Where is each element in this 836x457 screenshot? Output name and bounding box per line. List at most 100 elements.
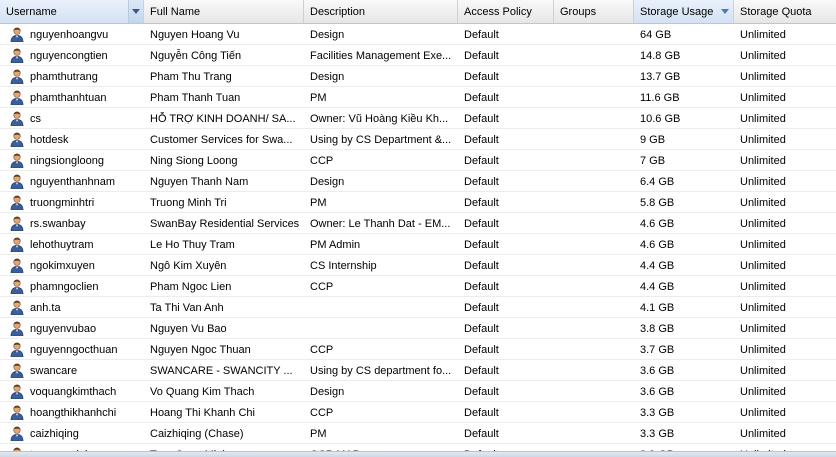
user-icon [10, 279, 24, 294]
user-icon [10, 237, 24, 252]
cell-full-name: Le Ho Thuy Tram [150, 239, 235, 251]
cell-access-policy: Default [464, 323, 499, 335]
user-icon [10, 321, 24, 336]
table-row[interactable]: nguyenthanhnam Nguyen Thanh Nam Design D… [0, 171, 836, 192]
cell-storage-quota: Unlimited [740, 302, 786, 314]
table-row[interactable]: rs.swanbay SwanBay Residential Services … [0, 213, 836, 234]
cell-full-name: Vo Quang Kim Thach [150, 386, 255, 398]
cell-storage-quota: Unlimited [740, 239, 786, 251]
cell-storage-usage: 64 GB [640, 29, 672, 41]
user-icon [10, 384, 24, 399]
table-row[interactable]: truongminhtri Truong Minh Tri PM Default… [0, 192, 836, 213]
cell-storage-quota: Unlimited [740, 134, 786, 146]
grid-body: nguyenhoangvu Nguyen Hoang Vu Design Def… [0, 24, 836, 457]
cell-groups [554, 150, 634, 170]
cell-username: nguyencongtien [30, 50, 108, 62]
user-icon [10, 132, 24, 147]
table-row[interactable]: phamthanhtuan Pham Thanh Tuan PM Default… [0, 87, 836, 108]
cell-groups [554, 255, 634, 275]
cell-username: nguyenhoangvu [30, 29, 109, 41]
cell-storage-usage: 10.6 GB [640, 113, 681, 125]
column-header-label: Groups [560, 6, 597, 18]
column-header-full-name[interactable]: Full Name [144, 0, 304, 23]
cell-access-policy: Default [464, 218, 499, 230]
cell-storage-quota: Unlimited [740, 407, 786, 419]
cell-full-name: Ngô Kim Xuyên [150, 260, 227, 272]
cell-username: phamthanhtuan [30, 92, 107, 104]
cell-description: PM [310, 428, 327, 440]
cell-username: caizhiqing [30, 428, 79, 440]
cell-description: Design [310, 29, 345, 41]
user-icon [10, 90, 24, 105]
table-row[interactable]: anh.ta Ta Thi Van Anh Default 4.1 GB Unl… [0, 297, 836, 318]
cell-storage-quota: Unlimited [740, 176, 786, 188]
cell-description: PM [310, 92, 327, 104]
cell-description: CCP [310, 344, 334, 356]
table-row[interactable]: cs HỖ TRỢ KINH DOANH/ SA... Owner: Vũ Ho… [0, 108, 836, 129]
cell-description: PM [310, 197, 327, 209]
table-row[interactable]: nguyenvubao Nguyen Vu Bao Default 3.8 GB… [0, 318, 836, 339]
table-row[interactable]: hotdesk Customer Services for Swa... Usi… [0, 129, 836, 150]
cell-storage-usage: 4.4 GB [640, 260, 675, 272]
cell-full-name: Caizhiqing (Chase) [150, 428, 244, 440]
cell-full-name: Truong Minh Tri [150, 197, 227, 209]
table-row[interactable]: swancare SWANCARE - SWANCITY ... Using b… [0, 360, 836, 381]
column-header-username[interactable]: Username [0, 0, 144, 23]
cell-description: Facilities Management Exe... [310, 50, 452, 62]
table-row[interactable]: voquangkimthach Vo Quang Kim Thach Desig… [0, 381, 836, 402]
cell-username: ningsiongloong [30, 155, 105, 167]
cell-storage-usage: 3.6 GB [640, 386, 675, 398]
cell-storage-quota: Unlimited [740, 113, 786, 125]
cell-full-name: Nguyen Vu Bao [150, 323, 227, 335]
cell-storage-quota: Unlimited [740, 155, 786, 167]
cell-storage-usage: 3.6 GB [640, 365, 675, 377]
cell-storage-usage: 9 GB [640, 134, 666, 146]
cell-full-name: Pham Thu Trang [150, 71, 232, 83]
cell-storage-usage: 3.3 GB [640, 407, 675, 419]
column-header-storage-quota[interactable]: Storage Quota [734, 0, 836, 23]
cell-storage-usage: 3.7 GB [640, 344, 675, 356]
user-icon [10, 195, 24, 210]
table-row[interactable]: hoangthikhanhchi Hoang Thi Khanh Chi CCP… [0, 402, 836, 423]
cell-description: CCP [310, 407, 334, 419]
cell-storage-quota: Unlimited [740, 218, 786, 230]
cell-username: ngokimxuyen [30, 260, 95, 272]
table-row[interactable]: caizhiqing Caizhiqing (Chase) PM Default… [0, 423, 836, 444]
table-row[interactable]: ningsiongloong Ning Siong Loong CCP Defa… [0, 150, 836, 171]
column-header-access-policy[interactable]: Access Policy [458, 0, 554, 23]
user-icon [10, 363, 24, 378]
cell-access-policy: Default [464, 344, 499, 356]
table-row[interactable]: nguyencongtien Nguyễn Công Tiến Faciliti… [0, 45, 836, 66]
table-row[interactable]: phamngoclien Pham Ngoc Lien CCP Default … [0, 276, 836, 297]
cell-groups [554, 171, 634, 191]
cell-groups [554, 24, 634, 44]
cell-description: Owner: Vũ Hoàng Kiều Kh... [310, 113, 449, 125]
cell-groups [554, 360, 634, 380]
cell-description [304, 318, 458, 338]
cell-groups [554, 129, 634, 149]
cell-access-policy: Default [464, 428, 499, 440]
horizontal-scrollbar[interactable] [0, 451, 836, 457]
cell-storage-usage: 4.1 GB [640, 302, 675, 314]
sort-descending-icon [721, 8, 730, 14]
column-header-groups[interactable]: Groups [554, 0, 634, 23]
column-header-label: Storage Usage [640, 6, 714, 18]
cell-storage-usage: 11.6 GB [640, 92, 680, 104]
user-icon [10, 258, 24, 273]
cell-access-policy: Default [464, 260, 499, 272]
cell-storage-quota: Unlimited [740, 197, 786, 209]
column-header-storage-usage[interactable]: Storage Usage [634, 0, 734, 23]
table-row[interactable]: nguyenhoangvu Nguyen Hoang Vu Design Def… [0, 24, 836, 45]
column-menu-dropdown-icon[interactable] [128, 0, 143, 23]
column-header-description[interactable]: Description [304, 0, 458, 23]
user-icon [10, 153, 24, 168]
table-row[interactable]: phamthutrang Pham Thu Trang Design Defau… [0, 66, 836, 87]
cell-description: CCP [310, 281, 334, 293]
table-row[interactable]: lehothuytram Le Ho Thuy Tram PM Admin De… [0, 234, 836, 255]
cell-access-policy: Default [464, 29, 499, 41]
column-header-label: Access Policy [464, 6, 532, 18]
cell-full-name: Ta Thi Van Anh [150, 302, 224, 314]
cell-description: Design [310, 176, 345, 188]
table-row[interactable]: nguyenngocthuan Nguyen Ngoc Thuan CCP De… [0, 339, 836, 360]
table-row[interactable]: ngokimxuyen Ngô Kim Xuyên CS Internship … [0, 255, 836, 276]
